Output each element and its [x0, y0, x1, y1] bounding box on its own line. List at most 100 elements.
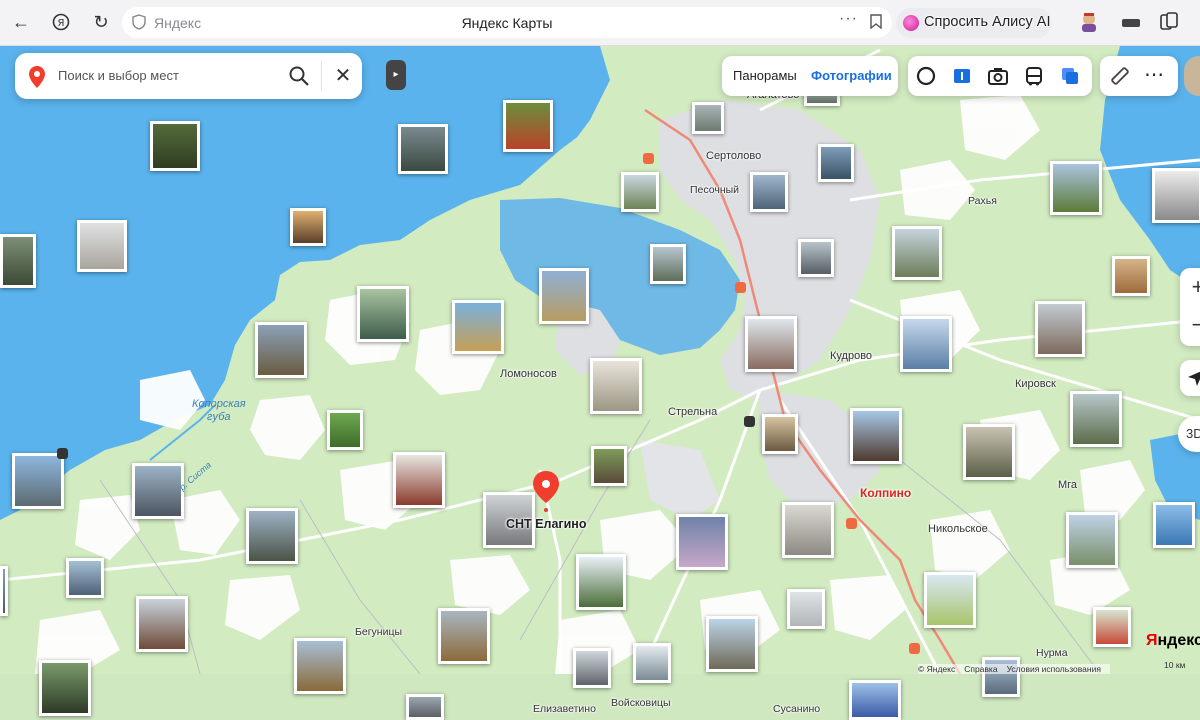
- help-link[interactable]: Справка: [964, 664, 997, 674]
- photo-thumbnail[interactable]: [66, 558, 104, 598]
- label-kudrovo: Кудрово: [830, 350, 873, 362]
- photo-thumbnail[interactable]: [1070, 391, 1122, 447]
- camera-icon[interactable]: [986, 64, 1010, 88]
- location-marker-icon[interactable]: [530, 469, 562, 513]
- photo-thumbnail[interactable]: [1152, 168, 1200, 223]
- photo-thumbnail[interactable]: [750, 172, 788, 212]
- back-icon[interactable]: ←: [8, 9, 34, 35]
- zoom-out-button[interactable]: −: [1186, 310, 1200, 340]
- photo-thumbnail[interactable]: [787, 589, 825, 629]
- more-icon[interactable]: ···: [839, 10, 858, 28]
- poi-icon[interactable]: [57, 448, 68, 459]
- photo-thumbnail[interactable]: [294, 638, 346, 694]
- close-icon[interactable]: ✕: [329, 62, 357, 90]
- photo-thumbnail[interactable]: [900, 316, 952, 372]
- photo-thumbnail[interactable]: [246, 508, 298, 564]
- photo-thumbnail[interactable]: [539, 268, 589, 324]
- photo-thumbnail[interactable]: [39, 660, 91, 716]
- photo-thumbnail[interactable]: [692, 102, 724, 134]
- photo-thumbnail[interactable]: [573, 648, 611, 688]
- photo-thumbnail[interactable]: [438, 608, 490, 664]
- photo-thumbnail[interactable]: [357, 286, 409, 342]
- label-sertolovo: Сертолово: [706, 150, 762, 162]
- photo-thumbnail[interactable]: [12, 453, 64, 509]
- photo-thumbnail[interactable]: [706, 616, 758, 672]
- place-marker-label[interactable]: СНТ Елагино: [506, 517, 586, 531]
- terms-link[interactable]: Условия использования: [1007, 664, 1101, 674]
- map-tools: [908, 56, 1092, 96]
- bookmark-icon[interactable]: [870, 14, 882, 29]
- photo-thumbnail[interactable]: [963, 424, 1015, 480]
- station-icon[interactable]: [909, 643, 920, 654]
- collapse-panel-button[interactable]: ▸: [386, 60, 406, 90]
- station-icon[interactable]: [735, 282, 746, 293]
- photo-thumbnail[interactable]: [590, 358, 642, 414]
- search-input[interactable]: Поиск и выбор мест: [58, 68, 179, 83]
- photo-thumbnail[interactable]: [782, 502, 834, 558]
- label-voiskovitsy: Войсковицы: [611, 697, 671, 709]
- photo-thumbnail[interactable]: [982, 657, 1020, 697]
- photo-thumbnail[interactable]: [393, 452, 445, 508]
- yandex-browser-icon[interactable]: Я: [48, 9, 74, 35]
- tab-panoramas[interactable]: Панорамы: [733, 68, 797, 83]
- photo-thumbnail[interactable]: [398, 124, 448, 174]
- station-icon[interactable]: [643, 153, 654, 164]
- user-avatar[interactable]: [1184, 56, 1200, 96]
- photo-thumbnail[interactable]: [591, 446, 627, 486]
- map-book-icon[interactable]: [950, 64, 974, 88]
- layers-icon[interactable]: [914, 64, 938, 88]
- photo-thumbnail[interactable]: [136, 596, 188, 652]
- photo-thumbnail[interactable]: [576, 554, 626, 610]
- poi-icon[interactable]: [744, 416, 755, 427]
- reload-icon[interactable]: ↻: [88, 9, 114, 35]
- tab-photos[interactable]: Фотографии: [811, 68, 892, 83]
- photo-thumbnail[interactable]: [892, 226, 942, 280]
- photo-thumbnail[interactable]: [77, 220, 127, 272]
- photo-thumbnail[interactable]: [1066, 512, 1118, 568]
- address-bar[interactable]: Яндекс Яндекс Карты ···: [122, 7, 892, 38]
- photo-thumbnail[interactable]: [650, 244, 686, 284]
- ruler-icon[interactable]: [1108, 64, 1132, 88]
- page-title: Яндекс Карты: [461, 15, 553, 31]
- photo-thumbnail[interactable]: [0, 234, 36, 288]
- photo-thumbnail[interactable]: [255, 322, 307, 378]
- photo-thumbnail[interactable]: [818, 144, 854, 182]
- search-box[interactable]: Поиск и выбор мест ✕: [15, 53, 362, 99]
- label-rakhya: Рахья: [968, 195, 997, 207]
- photo-thumbnail[interactable]: [290, 208, 326, 246]
- extension-avatar-icon[interactable]: [1076, 10, 1102, 34]
- photo-thumbnail[interactable]: [1093, 607, 1131, 647]
- photo-thumbnail[interactable]: [924, 572, 976, 628]
- ask-alice-button[interactable]: Спросить Алису AI: [896, 8, 1052, 38]
- my-location-button[interactable]: [1180, 360, 1200, 396]
- search-icon[interactable]: [287, 64, 311, 88]
- collections-icon[interactable]: [1156, 10, 1182, 34]
- photo-thumbnail[interactable]: [762, 414, 798, 454]
- photo-thumbnail[interactable]: [1035, 301, 1085, 357]
- zoom-in-button[interactable]: +: [1186, 272, 1200, 302]
- downloads-icon[interactable]: [1118, 10, 1144, 34]
- more-options-icon[interactable]: ⋯: [1144, 62, 1165, 87]
- photo-thumbnail[interactable]: [132, 463, 184, 519]
- photo-thumbnail[interactable]: [1112, 256, 1150, 296]
- photo-thumbnail[interactable]: [850, 408, 902, 464]
- photo-thumbnail[interactable]: [452, 300, 504, 354]
- transport-icon[interactable]: [1022, 64, 1046, 88]
- photo-thumbnail[interactable]: [150, 121, 200, 171]
- shield-icon: [132, 14, 146, 30]
- photo-thumbnail[interactable]: [1153, 502, 1195, 548]
- photo-thumbnail[interactable]: [406, 694, 444, 720]
- photo-thumbnail[interactable]: [745, 316, 797, 372]
- photo-thumbnail[interactable]: [633, 643, 671, 683]
- photo-thumbnail[interactable]: [798, 239, 834, 277]
- map-canvas[interactable]: Агалатово Сертолово Песочный Рахья Кудро…: [0, 46, 1200, 720]
- photo-thumbnail[interactable]: [0, 566, 8, 616]
- photo-thumbnail[interactable]: [503, 100, 553, 152]
- photo-thumbnail[interactable]: [327, 410, 363, 450]
- photo-thumbnail[interactable]: [1050, 161, 1102, 215]
- photo-thumbnail[interactable]: [849, 680, 901, 720]
- station-icon[interactable]: [846, 518, 857, 529]
- photo-thumbnail[interactable]: [621, 172, 659, 212]
- photo-thumbnail[interactable]: [676, 514, 728, 570]
- layers-panel-icon[interactable]: [1058, 64, 1082, 88]
